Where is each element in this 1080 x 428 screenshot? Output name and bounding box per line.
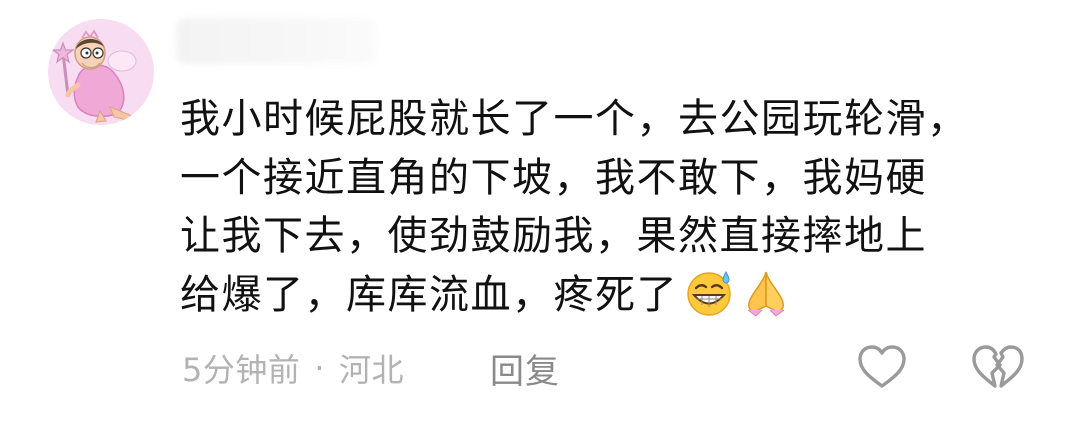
timestamp: 5分钟前	[182, 351, 301, 389]
comment-item: 我小时候屁股就长了一个，去公园玩轮滑， 一个接近直角的下坡，我不敢下，我妈硬 让…	[0, 0, 1080, 428]
comment-line: 我小时候屁股就长了一个，去公园玩轮滑，	[180, 96, 969, 142]
comment-meta: 5分钟前 · 河北	[182, 344, 404, 392]
location: 河北	[339, 351, 405, 389]
like-button[interactable]	[856, 343, 908, 391]
comment-line-text: 给爆了，库库流血，疼死了	[180, 271, 678, 318]
grinning-sweat-emoji-icon	[682, 266, 738, 335]
heart-outline-icon	[858, 345, 906, 388]
avatar[interactable]	[48, 19, 154, 125]
comment-line-last: 给爆了，库库流血，疼死了	[180, 266, 1050, 335]
meta-separator: ·	[314, 349, 326, 387]
cartoon-avatar-icon	[51, 29, 137, 123]
comment-line: 一个接近直角的下坡，我不敢下，我妈硬	[180, 154, 927, 201]
reply-button[interactable]: 回复	[490, 344, 560, 392]
broken-heart-outline-icon	[972, 345, 1024, 388]
comment-line: 让我下去，使劲鼓励我，果然直接摔地上	[180, 213, 927, 259]
folded-hands-emoji-icon	[742, 266, 790, 335]
username-blurred[interactable]	[176, 18, 376, 64]
dislike-button[interactable]	[970, 343, 1026, 391]
comment-text: 我小时候屁股就长了一个，去公园玩轮滑， 一个接近直角的下坡，我不敢下，我妈硬 让…	[180, 90, 1050, 334]
